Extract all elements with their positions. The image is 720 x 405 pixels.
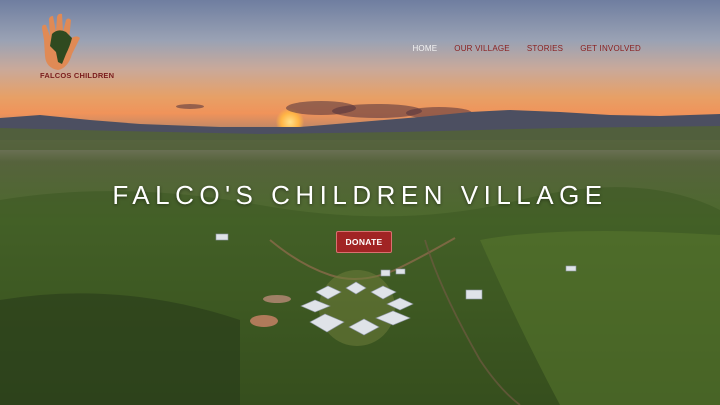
- tree-cover: [0, 293, 240, 405]
- cleared-area: [263, 295, 291, 303]
- house-roof: [395, 268, 406, 275]
- hero-section: FALCOS CHILDREN HOME OUR VILLAGE STORIES…: [0, 0, 720, 405]
- nav-item-get-involved[interactable]: GET INVOLVED: [580, 44, 641, 53]
- nav-item-our-village[interactable]: OUR VILLAGE: [454, 44, 510, 53]
- donate-button[interactable]: DONATE: [336, 231, 392, 253]
- house-roof: [380, 269, 391, 277]
- logo-text: FALCOS CHILDREN: [40, 71, 115, 80]
- hero-title: FALCO'S CHILDREN VILLAGE: [112, 180, 608, 210]
- nav-item-home[interactable]: HOME: [412, 44, 437, 53]
- house-roof: [565, 265, 577, 272]
- house-roof: [215, 233, 229, 241]
- nav-item-stories[interactable]: STORIES: [527, 44, 563, 53]
- house-roof: [465, 289, 483, 300]
- cleared-area: [250, 315, 278, 327]
- main-nav: HOME OUR VILLAGE STORIES GET INVOLVED: [412, 44, 641, 53]
- village-compound: [319, 270, 395, 346]
